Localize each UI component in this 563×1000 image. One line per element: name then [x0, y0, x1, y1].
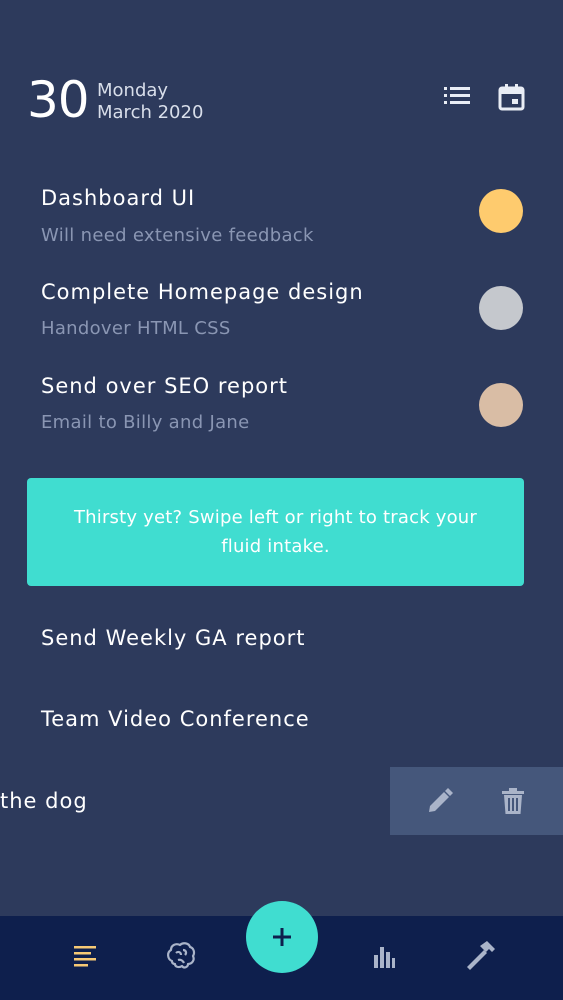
- tasks-icon[interactable]: [63, 934, 107, 978]
- brain-icon[interactable]: [159, 934, 203, 978]
- calendar-icon[interactable]: [497, 82, 527, 112]
- date-month-year: March 2020: [97, 102, 204, 123]
- header: 30 Monday March 2020: [0, 0, 563, 150]
- add-task-button[interactable]: [246, 901, 318, 973]
- stats-icon[interactable]: [362, 934, 406, 978]
- hammer-icon[interactable]: [458, 934, 502, 978]
- list-item[interactable]: Team Video Conference: [41, 706, 310, 732]
- task-status-dot[interactable]: [479, 383, 523, 427]
- task-subtitle: Will need extensive feedback: [41, 225, 314, 246]
- list-item-swiped[interactable]: the dog: [0, 788, 88, 814]
- date-day: 30: [27, 71, 90, 129]
- task-title: Dashboard UI: [41, 186, 196, 210]
- task-title: Send over SEO report: [41, 374, 289, 398]
- date-meta: Monday March 2020: [97, 80, 203, 124]
- task-subtitle: Email to Billy and Jane: [41, 412, 250, 433]
- list-item[interactable]: Send Weekly GA report: [41, 625, 306, 651]
- date-weekday: Monday: [97, 80, 169, 101]
- swipe-actions: [390, 767, 563, 835]
- hydration-banner[interactable]: Thirsty yet? Swipe left or right to trac…: [27, 478, 524, 586]
- trash-icon[interactable]: [498, 786, 528, 816]
- task-status-dot[interactable]: [479, 286, 523, 330]
- banner-text: Thirsty yet? Swipe left or right to trac…: [73, 507, 478, 557]
- plus-icon: [273, 928, 291, 946]
- task-title: Complete Homepage design: [41, 280, 364, 304]
- pencil-icon[interactable]: [425, 786, 455, 816]
- task-subtitle: Handover HTML CSS: [41, 318, 231, 339]
- task-status-dot[interactable]: [479, 189, 523, 233]
- list-icon[interactable]: [442, 82, 472, 112]
